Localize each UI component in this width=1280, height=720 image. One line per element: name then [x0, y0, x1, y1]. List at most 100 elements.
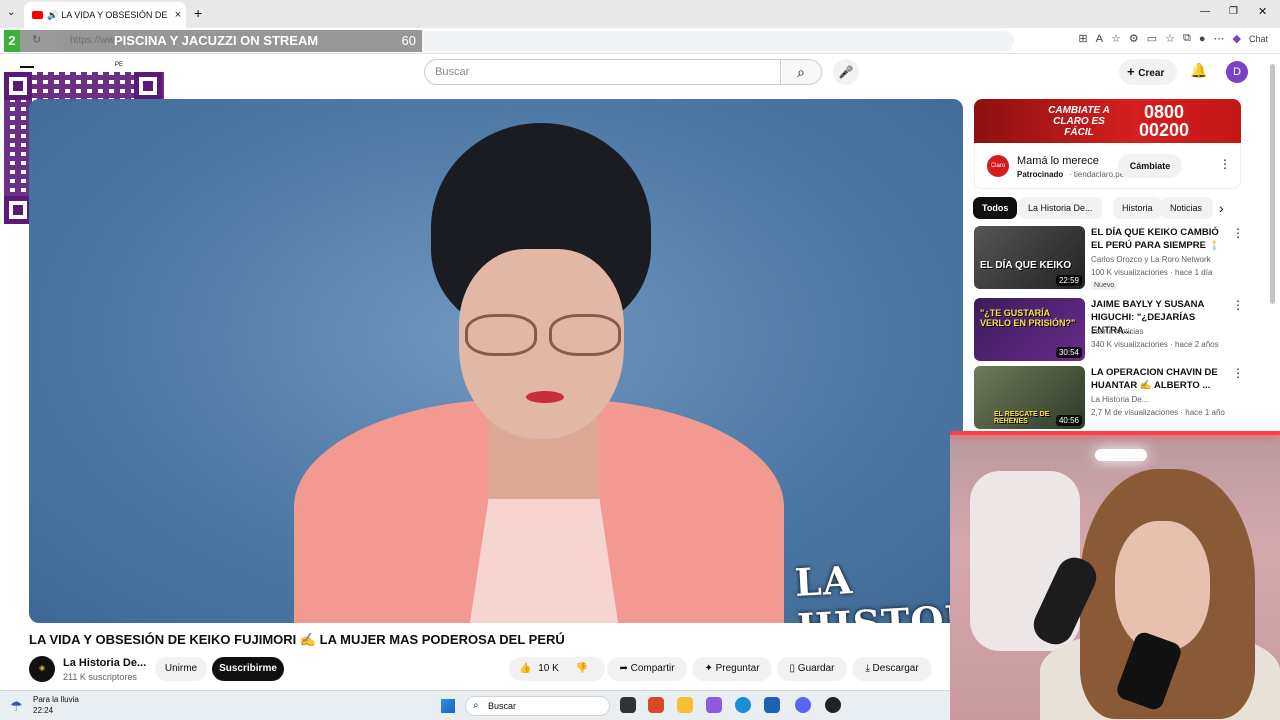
- voice-search-button[interactable]: 🎤: [833, 59, 859, 85]
- ad-banner[interactable]: CAMBIATE A CLARO ES FÁCIL 0800 00200: [974, 99, 1241, 143]
- create-button[interactable]: + Crear: [1119, 59, 1177, 85]
- video-watermark: LA HISTORIA DE: [793, 557, 963, 623]
- recommended-video[interactable]: EL DÍA QUE KEIKO 22:59 EL DÍA QUE KEIKO …: [974, 226, 1254, 290]
- chip-all[interactable]: Todos: [973, 197, 1018, 219]
- chip-channel[interactable]: La Historia De...: [1019, 197, 1102, 219]
- chip-history[interactable]: Historia: [1113, 197, 1162, 219]
- like-icon[interactable]: 👍: [519, 663, 531, 674]
- discord-icon[interactable]: [795, 697, 811, 713]
- page-scrollbar[interactable]: [1270, 64, 1275, 304]
- more-options-icon[interactable]: ⋯: [1214, 32, 1225, 45]
- create-label: Crear: [1138, 68, 1165, 79]
- maximize-icon[interactable]: ❐: [1229, 6, 1238, 17]
- translate-icon[interactable]: ⊞: [1078, 32, 1087, 45]
- ask-label: Preguntar: [715, 663, 760, 674]
- subscribe-button[interactable]: Suscribirme: [212, 657, 284, 681]
- recommended-video[interactable]: EL RESCATE DE REHENES 40:56 LA OPERACION…: [974, 366, 1254, 430]
- search-input[interactable]: Buscar: [424, 59, 781, 85]
- read-aloud-icon[interactable]: A: [1096, 33, 1103, 45]
- qr-finder: [4, 196, 32, 224]
- browser-tab-bar: ⌄ 🔊 LA VIDA Y OBSESIÓN DE KEIKO × + — ❐ …: [0, 0, 1280, 28]
- more-vert-icon[interactable]: ⋮: [1232, 226, 1244, 240]
- stream-overlay-banner: 2 PISCINA Y JACUZZI ON STREAM 60: [4, 30, 422, 52]
- ask-button[interactable]: ✦ Preguntar: [692, 657, 772, 681]
- file-explorer-icon[interactable]: [677, 697, 693, 713]
- more-vert-icon[interactable]: ⋮: [1232, 366, 1244, 380]
- windows-taskbar: ☂ Para la lluvia 22:24 ⌕ Buscar: [0, 690, 950, 720]
- favorites-icon[interactable]: ☆: [1165, 32, 1175, 45]
- dislike-icon[interactable]: 👎: [576, 663, 588, 674]
- taskbar-search-input[interactable]: ⌕ Buscar: [465, 696, 610, 716]
- download-icon: ⤓: [865, 663, 873, 674]
- recommended-meta: 340 K visualizaciones · hace 2 años: [1091, 340, 1219, 349]
- ad-title: Mamá lo merece: [1017, 155, 1099, 167]
- tab-title: LA VIDA Y OBSESIÓN DE KEIKO: [61, 10, 170, 20]
- favorite-star-icon[interactable]: ☆: [1111, 32, 1121, 45]
- rain-icon[interactable]: ☂: [10, 698, 23, 715]
- recommended-channel: La Historia De...: [1091, 395, 1149, 404]
- tab-list-chevron-icon[interactable]: ⌄: [7, 7, 15, 18]
- share-button[interactable]: ➦ Compartir: [607, 657, 687, 681]
- split-screen-icon[interactable]: ▭: [1147, 32, 1157, 45]
- windows-start-icon[interactable]: [441, 699, 455, 713]
- notifications-bell-icon[interactable]: 🔔: [1190, 62, 1207, 79]
- tab-close-icon[interactable]: ×: [170, 9, 186, 21]
- profile-icon[interactable]: ●: [1199, 33, 1206, 45]
- browser-tab[interactable]: 🔊 LA VIDA Y OBSESIÓN DE KEIKO ×: [24, 2, 186, 28]
- channel-name[interactable]: La Historia De...: [63, 657, 146, 669]
- advertiser-logo: Claro: [987, 155, 1009, 177]
- copilot-app-icon[interactable]: [706, 697, 722, 713]
- recommended-title: LA OPERACION CHAVIN DE HUANTAR ✍️ ALBERT…: [1091, 367, 1218, 391]
- ad-banner-phone: 0800 00200: [1138, 102, 1190, 140]
- video-duration: 22:59: [1055, 275, 1082, 286]
- copilot-icon[interactable]: ◆: [1233, 32, 1241, 45]
- ad-card[interactable]: Claro Mamá lo merece Patrocinado · tiend…: [974, 143, 1241, 189]
- chevron-right-icon[interactable]: ›: [1219, 197, 1224, 219]
- taskbar-search-placeholder: Buscar: [488, 701, 517, 711]
- webcam-scene: [950, 431, 1280, 435]
- like-count[interactable]: 10 K: [538, 663, 559, 674]
- more-vert-icon[interactable]: ⋮: [1232, 298, 1244, 312]
- recommended-channel: Carlos Orozco y La Roro Network: [1091, 255, 1211, 264]
- video-thumbnail[interactable]: EL RESCATE DE REHENES 40:56: [974, 366, 1085, 429]
- weather-text[interactable]: Para la lluvia: [33, 695, 79, 704]
- video-thumbnail[interactable]: "¿TE GUSTARÍA VERLO EN PRISIÓN?" 30:54: [974, 298, 1085, 361]
- store-icon[interactable]: [764, 697, 780, 713]
- collections-icon[interactable]: ⧉: [1183, 32, 1191, 45]
- plus-icon: +: [1127, 64, 1139, 79]
- extensions-icon[interactable]: ⚙: [1129, 32, 1139, 45]
- channel-avatar[interactable]: ◉: [29, 656, 55, 682]
- ad-sponsored-label: Patrocinado: [1017, 170, 1064, 179]
- chip-news[interactable]: Noticias: [1161, 197, 1213, 219]
- save-button[interactable]: ▯ Guardar: [777, 657, 847, 681]
- join-button[interactable]: Unirme: [155, 657, 207, 681]
- recommended-title: EL DÍA QUE KEIKO CAMBIÓ EL PERÚ PARA SIE…: [1091, 227, 1221, 251]
- recommended-video[interactable]: "¿TE GUSTARÍA VERLO EN PRISIÓN?" 30:54 J…: [974, 298, 1254, 362]
- download-label: Descargar: [872, 663, 919, 674]
- ad-cta-button[interactable]: Cámbiate: [1118, 154, 1182, 178]
- edge-browser-icon[interactable]: [735, 697, 751, 713]
- speaker-icon[interactable]: 🔊: [47, 10, 58, 21]
- share-icon: ➦: [619, 663, 631, 674]
- chat-label[interactable]: Chat: [1249, 34, 1268, 44]
- video-player[interactable]: LA HISTORIA DE: [29, 99, 963, 623]
- search-icon: ⌕: [797, 64, 805, 80]
- account-avatar[interactable]: D: [1226, 61, 1248, 83]
- more-vert-icon[interactable]: ⋮: [1219, 157, 1231, 171]
- minimize-icon[interactable]: —: [1200, 6, 1210, 17]
- video-frame-figure: [457, 314, 627, 359]
- search-button[interactable]: ⌕: [780, 59, 822, 85]
- video-thumbnail[interactable]: EL DÍA QUE KEIKO 22:59: [974, 226, 1085, 289]
- video-title: LA VIDA Y OBSESIÓN DE KEIKO FUJIMORI ✍️ …: [29, 632, 565, 647]
- brave-browser-icon[interactable]: [648, 697, 664, 713]
- new-badge: Nuevo: [1091, 281, 1118, 290]
- qr-finder: [4, 72, 32, 100]
- overlay-banner-count: 60: [401, 33, 416, 48]
- download-button[interactable]: ⤓ Descargar: [852, 657, 932, 681]
- window-close-icon[interactable]: ✕: [1258, 5, 1267, 18]
- task-view-icon[interactable]: [620, 697, 636, 713]
- new-tab-button[interactable]: +: [194, 5, 202, 21]
- clock[interactable]: 22:24: [33, 706, 53, 715]
- obs-icon[interactable]: [825, 697, 841, 713]
- sparkle-icon: ✦: [704, 663, 716, 674]
